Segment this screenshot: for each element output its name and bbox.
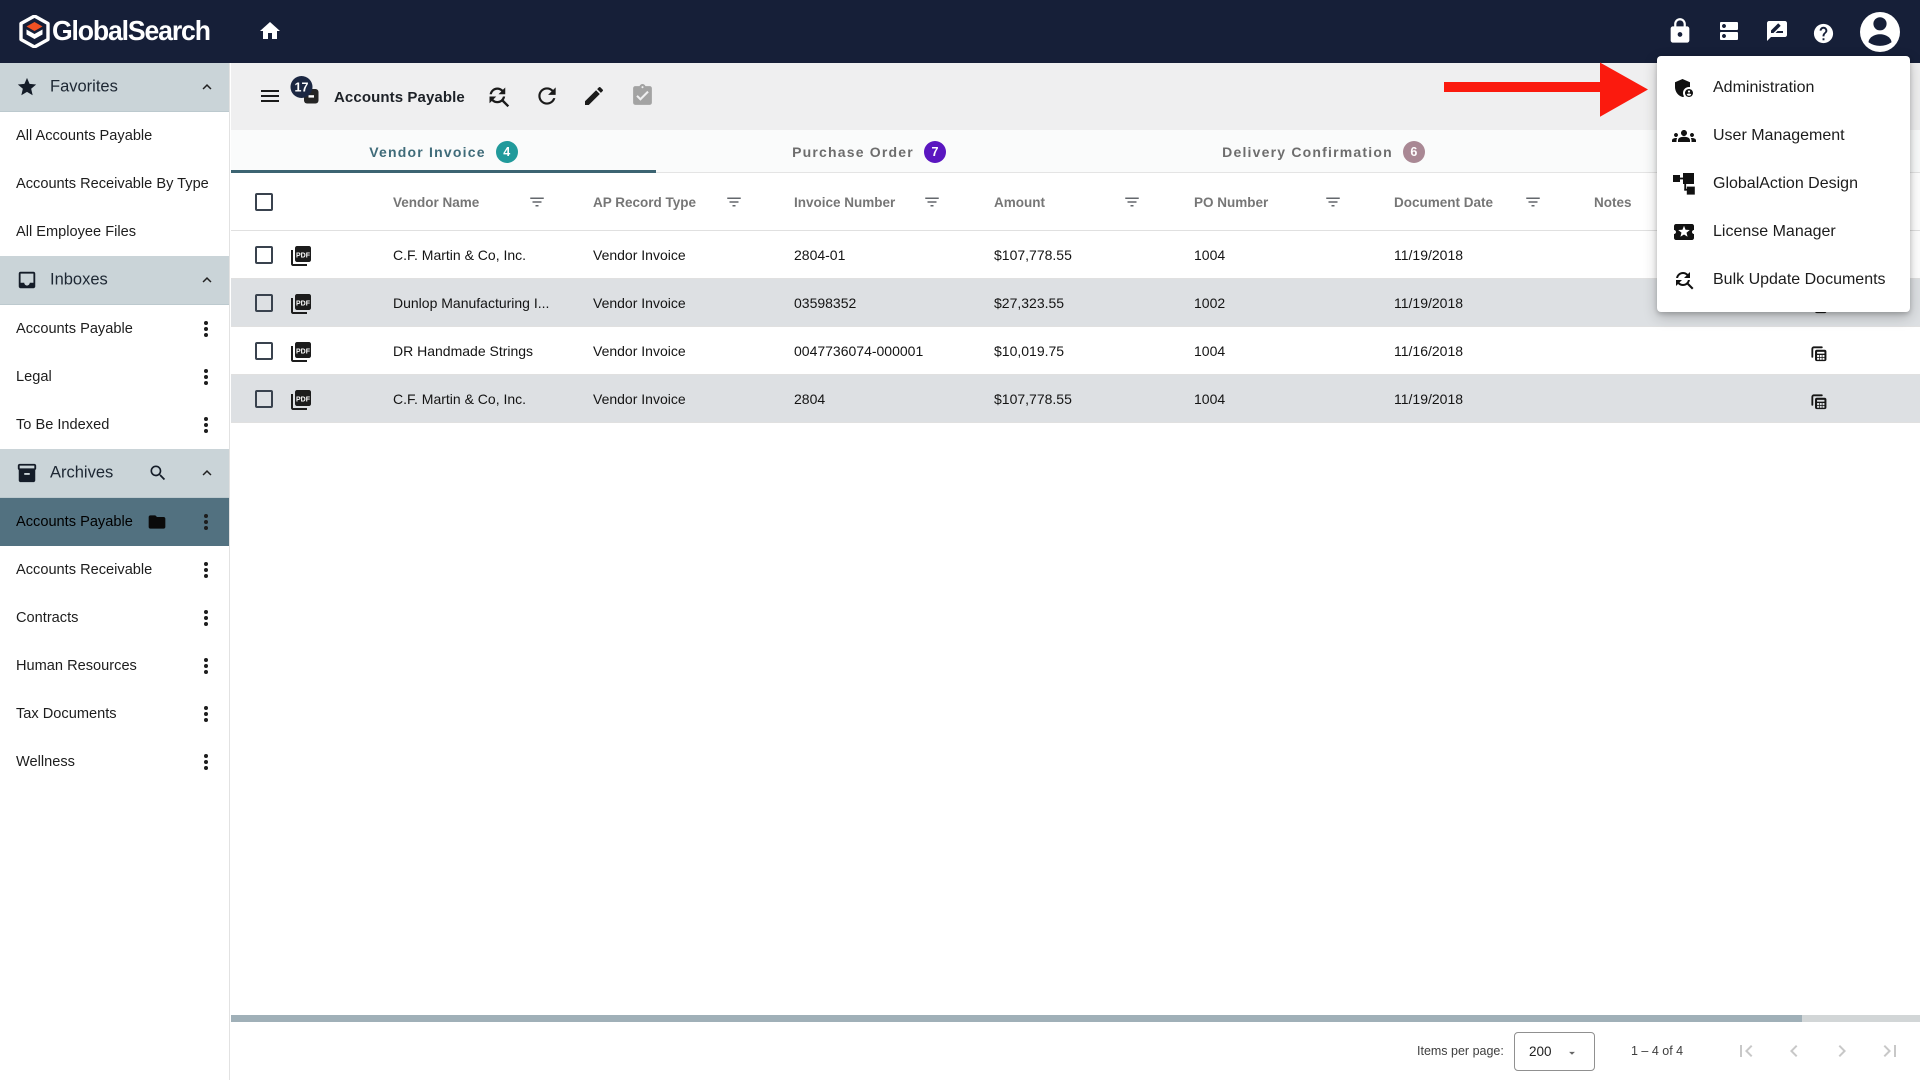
svg-text:PDF: PDF [296,252,311,259]
svg-text:17: 17 [295,80,309,94]
svg-text:PDF: PDF [296,348,311,355]
svg-text:PDF: PDF [296,300,311,307]
svg-text:PDF: PDF [296,396,311,403]
